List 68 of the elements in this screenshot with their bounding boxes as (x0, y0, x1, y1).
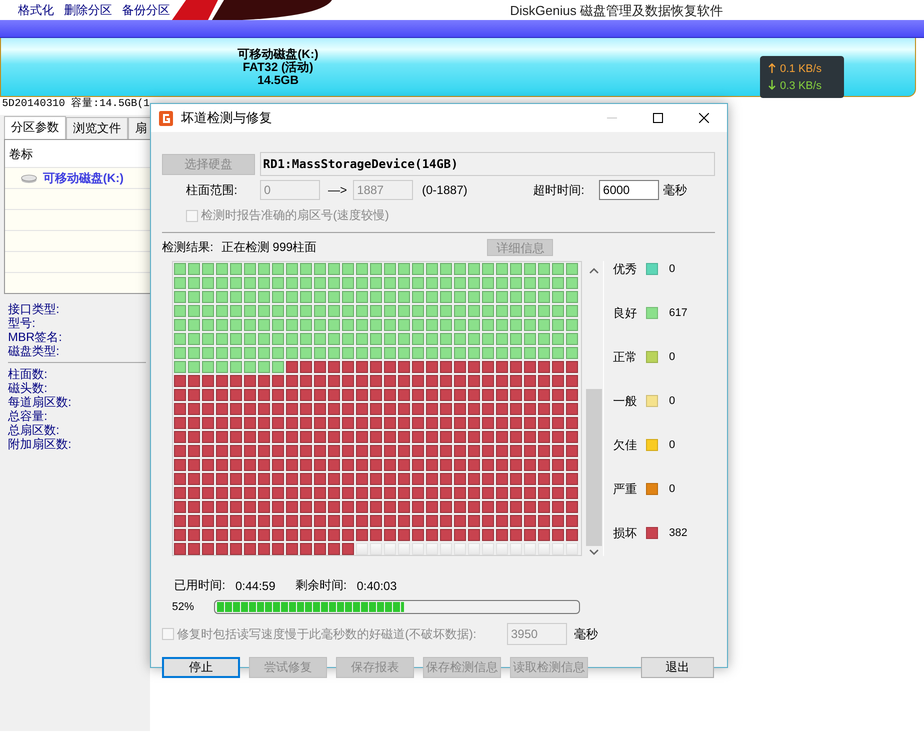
menu-item[interactable]: 删除分区 (64, 2, 112, 18)
upload-speed: 0.1 KB/s (780, 62, 822, 74)
field-label: 剩余时间: (295, 577, 347, 594)
legend-count: 0 (669, 263, 676, 275)
timeout-field[interactable]: 6000 (599, 180, 660, 200)
scroll-down-icon (589, 548, 599, 556)
button[interactable]: 退出 (641, 657, 714, 678)
tab[interactable]: 浏览文件 (66, 117, 128, 139)
partition-filesystem: FAT32 (活动) (242, 60, 314, 74)
progress-reading: 52% (172, 601, 194, 613)
field-label: 超时时间: (533, 182, 586, 198)
tab[interactable]: 分区参数 (4, 116, 66, 139)
legend-label: 欠佳 (613, 436, 638, 454)
legend-count: 617 (669, 307, 688, 319)
maximize-icon[interactable] (653, 113, 663, 123)
legend-count: 382 (669, 527, 688, 539)
field-label: 接口类型: (8, 302, 60, 316)
legend-count: 0 (669, 395, 676, 407)
field-label: 每道扇区数: (8, 395, 72, 409)
scrollbar-thumb[interactable] (586, 389, 602, 546)
app-icon (159, 110, 173, 126)
device-field: RD1:MassStorageDevice(14GB) (260, 152, 715, 176)
checkbox-label: 修复时包括读写速度慢于此毫秒数的好磁道(不破坏数据): (177, 626, 478, 642)
column-header: 卷标 (8, 146, 34, 163)
field-label: MBR签名: (8, 330, 63, 344)
field-label: 已用时间: (174, 577, 226, 594)
product-title: DiskGenius 磁盘管理及数据恢复软件 (510, 2, 724, 20)
field-label: 磁头数: (8, 381, 48, 395)
legend-label: 正常 (613, 348, 638, 366)
field-label: 型号: (8, 316, 36, 330)
button[interactable]: 停止 (162, 657, 240, 678)
field-label: 柱面范围: (186, 182, 238, 198)
legend-count: 0 (669, 483, 676, 495)
checkbox-label: 检测时报告准确的扇区号(速度较慢) (201, 207, 389, 224)
menu-item[interactable]: 备份分区 (122, 2, 170, 18)
field-label: 附加扇区数: (8, 437, 72, 451)
remaining-time: 0:40:03 (356, 578, 397, 592)
close-icon[interactable] (699, 113, 709, 123)
menu-item[interactable]: 格式化 (18, 2, 54, 18)
field-label: 总容量: (8, 409, 48, 423)
range-arrow: —> (328, 183, 348, 197)
disk-icon (21, 173, 37, 183)
legend-label: 良好 (613, 304, 638, 322)
elapsed-time: 0:44:59 (235, 578, 276, 592)
legend-label: 优秀 (613, 260, 638, 278)
disk-info-text: 容量:14.5GB(1 (71, 98, 150, 111)
field-label: 柱面数: (8, 367, 48, 381)
field-label: 总扇区数: (8, 423, 60, 437)
upload-arrow-icon (768, 63, 776, 74)
unit-label: 毫秒 (663, 182, 688, 198)
download-speed: 0.3 KB/s (780, 80, 822, 92)
partition-name: 可移动磁盘(K:) (238, 48, 318, 60)
download-arrow-icon (768, 80, 776, 91)
result-status: 正在检测 999柱面 (221, 239, 318, 256)
result-label: 检测结果: (162, 239, 214, 256)
field-label: 磁盘类型: (8, 344, 60, 358)
legend-label: 损坏 (613, 524, 638, 542)
legend-label: 一般 (613, 392, 638, 410)
window-title: 坏道检测与修复 (181, 109, 273, 127)
unit-label: 毫秒 (574, 626, 598, 642)
disk-info-text: 5D20140310 (2, 98, 66, 111)
legend-count: 0 (669, 351, 676, 363)
legend-count: 0 (669, 439, 676, 451)
legend-label: 严重 (613, 480, 638, 498)
partition-size: 14.5GB (257, 74, 299, 86)
tab[interactable]: 扇 (128, 117, 151, 139)
scroll-up-icon (589, 267, 599, 275)
range-hint: (0-1887) (422, 183, 468, 197)
